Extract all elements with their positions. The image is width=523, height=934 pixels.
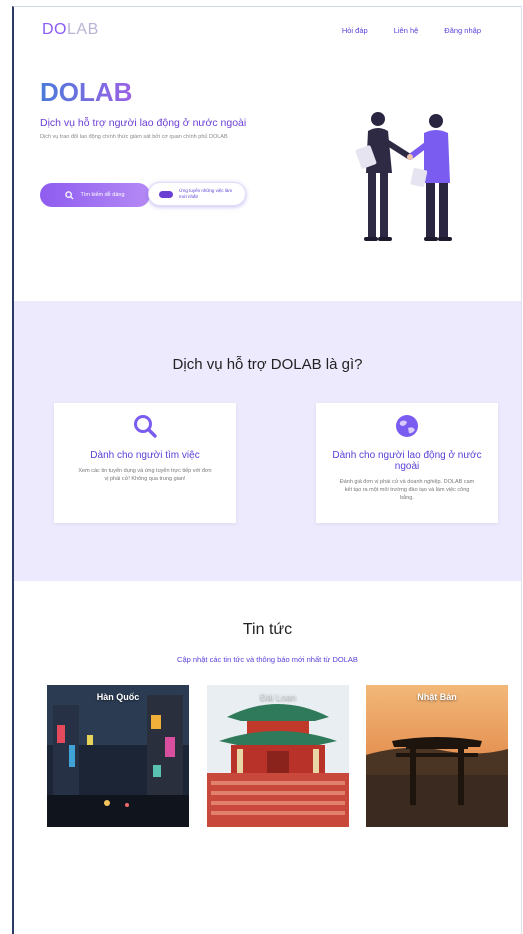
nav-link-contact[interactable]: Liên hệ bbox=[394, 26, 419, 35]
news-card-taiwan[interactable]: Đài Loan bbox=[207, 685, 349, 827]
service-card-text: Xem các tin tuyển dụng và ứng tuyển trực… bbox=[78, 468, 212, 482]
news-card-korea[interactable]: Hàn Quốc bbox=[47, 685, 189, 827]
nav-links: Hỏi đáp Liên hệ Đăng nhập bbox=[342, 26, 481, 35]
service-card-overseas-worker[interactable]: Dành cho người lao động ở nước ngoài Đán… bbox=[316, 403, 498, 523]
torii-gate-image bbox=[366, 685, 508, 827]
hero-title: DOLAB bbox=[40, 77, 133, 107]
service-card-title: Dành cho người tìm việc bbox=[90, 450, 200, 461]
apply-latest-label: Ứng tuyển những việc làm mới nhất! bbox=[179, 188, 233, 199]
services-section: Dịch vụ hỗ trợ DOLAB là gì? Dành cho ngư… bbox=[14, 301, 521, 581]
news-title: Tin tức bbox=[242, 621, 293, 638]
service-card-text: Đánh giá đơn vị phái cử và doanh nghiệp.… bbox=[339, 479, 475, 501]
toggle-icon bbox=[159, 190, 173, 198]
nav-link-faq[interactable]: Hỏi đáp bbox=[342, 26, 368, 35]
services-title: Dịch vụ hỗ trợ DOLAB là gì? bbox=[172, 356, 363, 373]
logo-part1: DO bbox=[42, 21, 67, 38]
nav-link-login[interactable]: Đăng nhập bbox=[444, 26, 481, 35]
search-easy-label: Tìm kiếm dễ dàng bbox=[80, 192, 125, 198]
top-nav: DOLAB Hỏi đáp Liên hệ Đăng nhập bbox=[14, 7, 521, 55]
handshake-illustration bbox=[355, 112, 452, 241]
news-card-japan[interactable]: Nhật Bản bbox=[366, 685, 508, 827]
logo[interactable]: DOLAB bbox=[42, 21, 99, 39]
hero-description: Dịch vụ trao đổi lao động chính thức giá… bbox=[40, 134, 228, 140]
service-card-job-seeker[interactable]: Dành cho người tìm việc Xem các tin tuyể… bbox=[54, 403, 236, 523]
news-subtitle: Cập nhật các tin tức và thông báo mới nh… bbox=[177, 655, 358, 664]
search-easy-button[interactable]: Tìm kiếm dễ dàng bbox=[40, 183, 150, 207]
hero-subtitle: Dịch vụ hỗ trợ người lao động ở nước ngo… bbox=[40, 117, 247, 129]
search-icon bbox=[65, 190, 75, 200]
temple-image bbox=[207, 685, 349, 827]
logo-part2: LAB bbox=[67, 21, 99, 38]
search-icon bbox=[134, 415, 157, 438]
apply-latest-button[interactable]: Ứng tuyển những việc làm mới nhất! bbox=[148, 182, 246, 206]
news-card-label: Đài Loan bbox=[259, 692, 297, 702]
news-card-label: Hàn Quốc bbox=[96, 692, 140, 702]
service-card-title: Dành cho người lao động ở nước ngoài bbox=[332, 450, 482, 472]
news-card-label: Nhật Bản bbox=[417, 692, 457, 702]
korea-street-image bbox=[47, 685, 189, 827]
page-frame: DOLAB Hỏi đáp Liên hệ Đăng nhập DOLAB Dị… bbox=[12, 6, 522, 934]
globe-icon bbox=[396, 415, 418, 437]
